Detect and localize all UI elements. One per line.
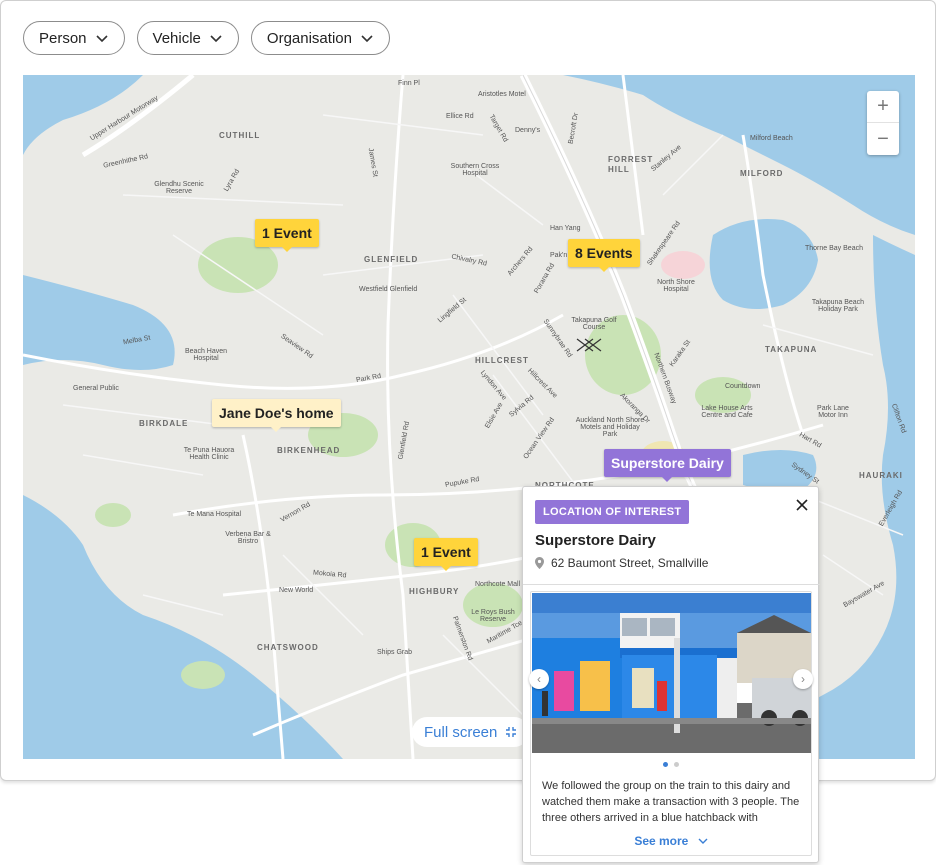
- zoom-in-button[interactable]: +: [867, 91, 899, 123]
- address-text: 62 Baumont Street, Smallville: [551, 556, 709, 570]
- suburb-label: CHATSWOOD: [257, 643, 319, 652]
- suburb-label: TAKAPUNA: [765, 345, 818, 354]
- carousel-dot-active[interactable]: [663, 762, 668, 767]
- map-place-label: Denny's: [515, 127, 541, 134]
- map-place-label: Takapuna Beach Holiday Park: [811, 299, 865, 313]
- popup-title: Superstore Dairy: [535, 532, 656, 549]
- chevron-down-icon: [698, 838, 708, 844]
- suburb-label: HIGHBURY: [409, 587, 460, 596]
- suburb-label: HILLCREST: [475, 356, 529, 365]
- carousel-next-button[interactable]: ›: [793, 669, 813, 689]
- fullscreen-label: Full screen: [424, 723, 498, 741]
- suburb-label: GLENFIELD: [364, 255, 419, 264]
- filter-organisation[interactable]: Organisation: [250, 21, 390, 55]
- suburb-label: FORREST HILL: [608, 155, 654, 174]
- map-place-label: Finn Pl: [398, 80, 420, 87]
- location-photo: [532, 593, 811, 753]
- see-more-button[interactable]: See more: [531, 834, 811, 848]
- map-pin-icon: [535, 557, 544, 569]
- zoom-control: + −: [867, 91, 899, 155]
- suburb-label: BIRKENHEAD: [277, 446, 341, 455]
- map-place-label: Ships Grab: [377, 649, 413, 656]
- chevron-down-icon: [210, 35, 222, 43]
- map-place-label: General Public: [73, 385, 119, 392]
- map-place-label: Verbena Bar & Bristro: [225, 531, 271, 545]
- map-place-label: Takapuna Golf Course: [571, 317, 617, 331]
- carousel-prev-button[interactable]: ‹: [529, 669, 549, 689]
- map-place-label: Southern Cross Hospital: [450, 163, 500, 177]
- map-place-label: Te Puna Hauora Health Clinic: [183, 447, 235, 461]
- popup-description: We followed the group on the train to th…: [542, 780, 800, 824]
- popup-media-card: ‹ › We followed the group on the train t…: [529, 591, 813, 856]
- map-place-label: Beach Haven Hospital: [184, 348, 228, 362]
- filter-vehicle[interactable]: Vehicle: [136, 21, 239, 55]
- filter-label: Organisation: [266, 29, 352, 47]
- see-more-label: See more: [634, 834, 689, 848]
- map-place-label: Countdown: [725, 383, 761, 390]
- map-place-label: Milford Beach: [750, 135, 793, 142]
- selected-location-marker[interactable]: Superstore Dairy: [604, 449, 731, 482]
- divider: [523, 584, 820, 585]
- location-type-badge: LOCATION OF INTEREST: [535, 500, 690, 524]
- suburb-label: BIRKDALE: [139, 419, 189, 428]
- location-popup: LOCATION OF INTEREST Superstore Dairy 62…: [522, 486, 820, 863]
- map-place-label: Lake House Arts Centre and Cafe: [701, 405, 753, 419]
- map-place-label: Westfield Glenfield: [359, 286, 418, 293]
- map-place-label: Ellice Rd: [446, 113, 474, 120]
- map-place-label: New World: [279, 587, 314, 594]
- collapse-icon: [506, 727, 517, 737]
- map-place-label: Aristotles Motel: [478, 91, 526, 98]
- map-place-label: Han Yang: [550, 225, 581, 232]
- filter-label: Person: [39, 29, 87, 47]
- suburb-label: CUTHILL: [219, 131, 261, 140]
- filter-label: Vehicle: [152, 29, 201, 47]
- map-place-label: Auckland North Shore Motels and Holiday …: [575, 417, 645, 438]
- filter-bar: Person Vehicle Organisation: [23, 21, 390, 55]
- carousel-dot[interactable]: [674, 762, 679, 767]
- event-marker[interactable]: 8 Events: [568, 239, 640, 272]
- event-marker[interactable]: 1 Event: [414, 538, 478, 571]
- home-marker[interactable]: Jane Doe's home: [212, 399, 341, 432]
- map-place-label: North Shore Hospital: [657, 279, 695, 293]
- popup-address: 62 Baumont Street, Smallville: [535, 556, 708, 570]
- fullscreen-button[interactable]: Full screen: [412, 717, 530, 747]
- map-place-label: Te Mana Hospital: [187, 511, 242, 518]
- map-place-label: Northcote Mall: [475, 581, 521, 588]
- map-place-label: Le Roys Bush Reserve: [471, 609, 515, 623]
- map-place-label: Glendhu Scenic Reserve: [154, 181, 204, 195]
- close-icon[interactable]: [793, 496, 811, 514]
- suburb-label: MILFORD: [740, 169, 784, 178]
- suburb-label: HAURAKI: [859, 471, 903, 480]
- chevron-down-icon: [95, 35, 108, 43]
- zoom-out-button[interactable]: −: [867, 123, 899, 155]
- chevron-down-icon: [361, 35, 373, 43]
- map-place-label: Park Lane Motor Inn: [817, 405, 849, 419]
- map-place-label: Thorne Bay Beach: [805, 245, 863, 252]
- filter-person[interactable]: Person: [23, 21, 125, 55]
- carousel-dots: [531, 762, 811, 767]
- event-marker[interactable]: 1 Event: [255, 219, 319, 252]
